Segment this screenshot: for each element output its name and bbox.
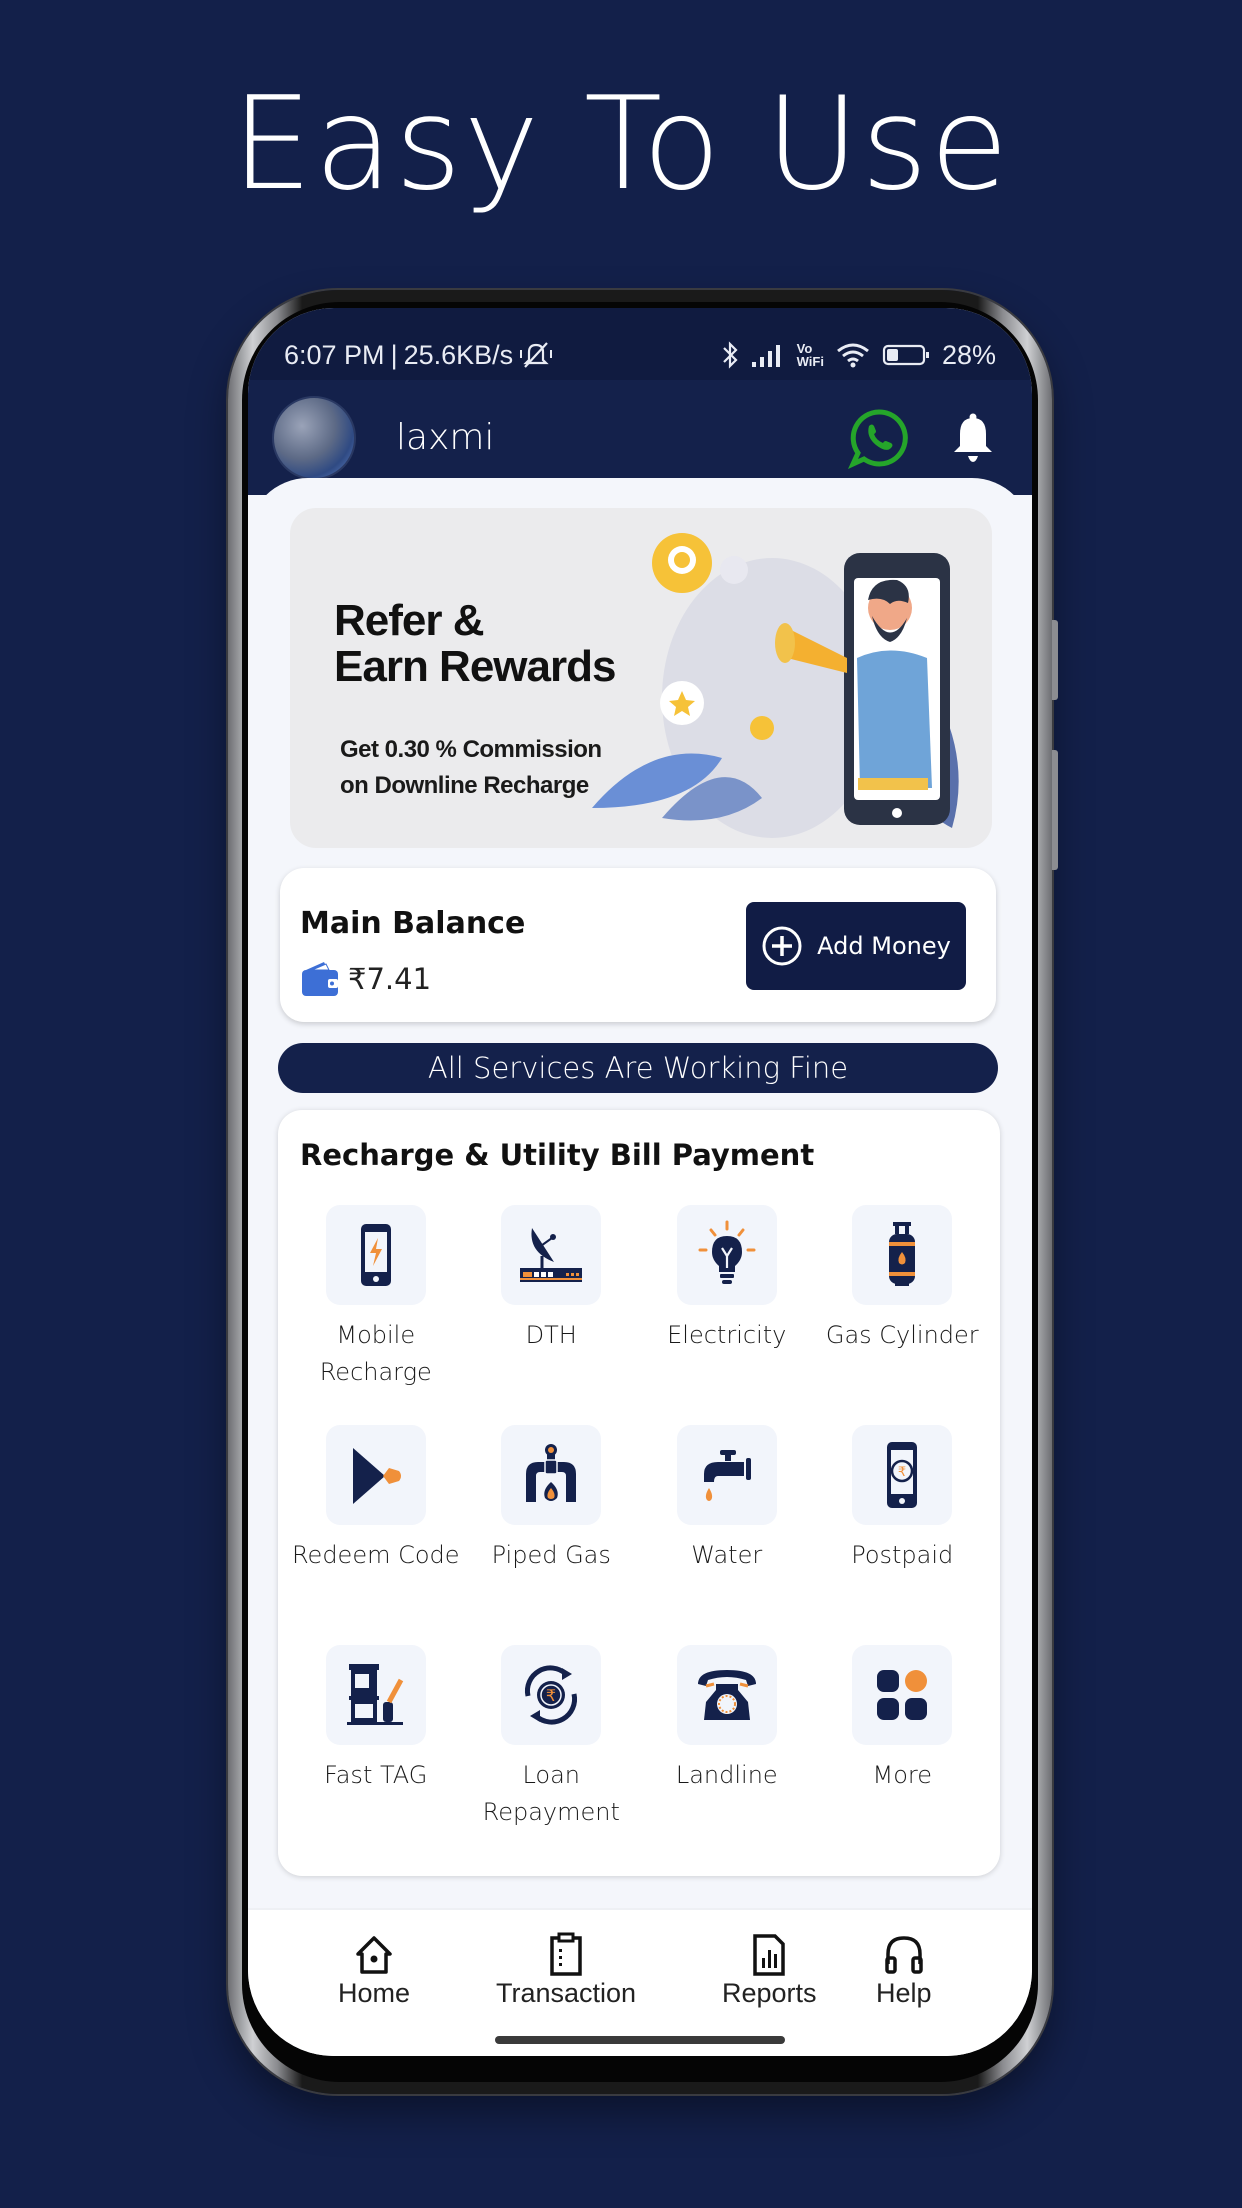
- service-water[interactable]: Water: [639, 1425, 815, 1615]
- refer-earn-banner[interactable]: Refer & Earn Rewards Get 0.30 % Commissi…: [290, 508, 992, 848]
- service-postpaid[interactable]: ₹ Postpaid: [815, 1425, 991, 1615]
- add-money-button[interactable]: Add Money: [746, 902, 966, 990]
- fastag-icon: [346, 1664, 403, 1725]
- water-icon: [703, 1450, 751, 1501]
- nav-help[interactable]: Help: [876, 1932, 932, 2009]
- service-fastag[interactable]: Fast TAG: [288, 1645, 464, 1835]
- content-area: Refer & Earn Rewards Get 0.30 % Commissi…: [248, 478, 1032, 1910]
- electricity-icon: [698, 1220, 756, 1284]
- mute-icon: [520, 342, 553, 368]
- status-bar: 6:07 PM | 25.6KB/s Vo WiFi 28%: [248, 308, 1032, 380]
- network-speed: 25.6KB/s: [403, 339, 514, 370]
- nav-home[interactable]: Home: [338, 1932, 410, 2009]
- headset-icon: [885, 1936, 923, 1974]
- postpaid-icon: ₹: [887, 1442, 918, 1508]
- service-landline[interactable]: Landline: [639, 1645, 815, 1835]
- home-icon: [356, 1936, 392, 1974]
- service-more[interactable]: More: [815, 1645, 991, 1835]
- bluetooth-icon: [722, 341, 738, 369]
- service-status-banner: All Services Are Working Fine: [278, 1043, 998, 1093]
- plus-circle-icon: [762, 926, 802, 966]
- avatar[interactable]: [272, 395, 356, 480]
- referral-illustration: [592, 533, 959, 838]
- service-redeem-code[interactable]: Redeem Code: [288, 1425, 464, 1615]
- service-dth[interactable]: DTH: [464, 1205, 640, 1395]
- svg-text:₹: ₹: [546, 1686, 556, 1705]
- banner-subtitle: Get 0.30 % Commission on Downline Rechar…: [340, 736, 602, 799]
- headline: Easy To Use: [231, 70, 1011, 219]
- nav-transaction[interactable]: Transaction: [496, 1932, 636, 2009]
- dth-icon: [520, 1228, 583, 1282]
- nav-reports[interactable]: Reports: [722, 1932, 817, 2009]
- balance-amount: ₹7.41: [348, 962, 432, 996]
- balance-label: Main Balance: [300, 906, 526, 941]
- app-screen: 6:07 PM | 25.6KB/s Vo WiFi 28% laxmi Ref…: [248, 308, 1032, 2056]
- bottom-navigation: Home Transaction Reports Help: [248, 1908, 1032, 2056]
- home-indicator[interactable]: [495, 2036, 785, 2044]
- status-time: 6:07 PM: [284, 339, 385, 370]
- piped-gas-icon: [526, 1444, 577, 1502]
- transaction-icon: [550, 1932, 582, 1976]
- service-piped-gas[interactable]: Piped Gas: [464, 1425, 640, 1615]
- bell-icon[interactable]: [950, 412, 996, 464]
- gas-cylinder-icon: [889, 1222, 916, 1286]
- vowifi-icon: Vo WiFi: [796, 341, 824, 369]
- volume-button: [1052, 620, 1058, 700]
- battery-percent: 28%: [941, 339, 996, 370]
- wallet-icon: [302, 962, 338, 996]
- power-button: [1052, 750, 1058, 870]
- balance-card: Main Balance ₹7.41 Add Money: [280, 868, 996, 1022]
- wifi-icon: [837, 343, 869, 368]
- landline-icon: [697, 1670, 756, 1720]
- signal-icon: [751, 345, 780, 367]
- status-separator: |: [390, 339, 398, 370]
- username: laxmi: [396, 417, 495, 458]
- battery-icon: [882, 344, 929, 366]
- services-card: Recharge & Utility Bill Payment Mobile R…: [278, 1110, 1000, 1876]
- service-gas-cylinder[interactable]: Gas Cylinder: [815, 1205, 991, 1395]
- whatsapp-icon[interactable]: [848, 407, 910, 469]
- services-title: Recharge & Utility Bill Payment: [300, 1138, 815, 1172]
- balance-row: ₹7.41: [300, 960, 431, 998]
- loan-repayment-icon: ₹: [525, 1665, 578, 1725]
- service-electricity[interactable]: Electricity: [639, 1205, 815, 1395]
- svg-text:₹: ₹: [898, 1465, 906, 1480]
- mobile-recharge-icon: [360, 1224, 391, 1286]
- phone-frame: 6:07 PM | 25.6KB/s Vo WiFi 28% laxmi Ref…: [228, 290, 1058, 2094]
- reports-icon: [753, 1934, 786, 1976]
- redeem-code-icon: [352, 1444, 401, 1508]
- service-mobile-recharge[interactable]: Mobile Recharge: [288, 1205, 464, 1395]
- add-money-label: Add Money: [817, 932, 951, 960]
- more-icon: [877, 1670, 928, 1720]
- services-grid: Mobile Recharge DTH Electricity Gas Cyli…: [288, 1205, 990, 1835]
- service-loan-repayment[interactable]: ₹ Loan Repayment: [464, 1645, 640, 1835]
